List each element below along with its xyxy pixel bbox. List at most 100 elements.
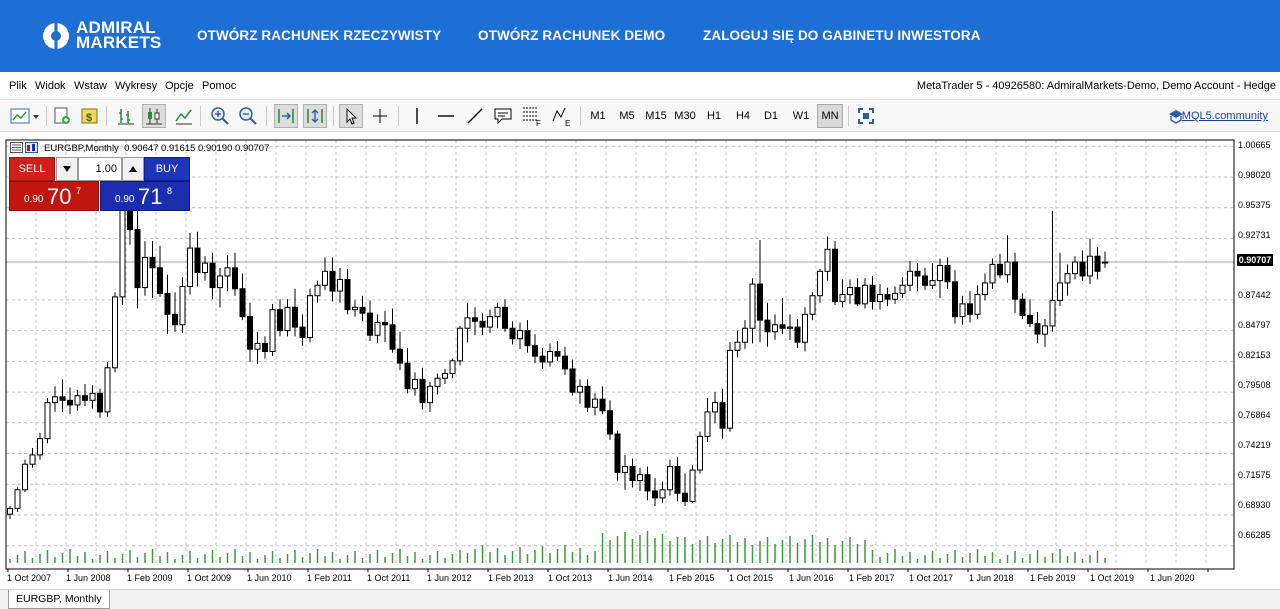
timeframe-d1[interactable]: D1 xyxy=(759,104,783,128)
bid-price-prefix: 0.90 xyxy=(24,194,44,205)
timeframe-h1[interactable]: H1 xyxy=(702,104,726,128)
candle-body xyxy=(869,284,876,303)
candle-body xyxy=(472,317,478,322)
chart-window: EURGBP,Monthly 0.90647 0.91615 0.90190 0… xyxy=(0,133,1280,589)
menu-help[interactable]: Pomoc xyxy=(202,80,236,92)
candle-body xyxy=(757,283,763,321)
new-chart-button[interactable] xyxy=(8,104,42,128)
candle-body xyxy=(989,263,996,284)
candle-body xyxy=(682,492,688,502)
mql5-community-link[interactable]: MQL5.community xyxy=(1182,110,1268,122)
candle-body xyxy=(959,303,966,318)
fullscreen-button[interactable] xyxy=(854,104,878,128)
volume-increase-button[interactable] xyxy=(122,157,144,181)
bid-price-box[interactable]: 0.90 70 7 xyxy=(9,181,99,211)
candle-body xyxy=(659,489,666,499)
text-tool-button[interactable] xyxy=(491,104,515,128)
candle-body xyxy=(419,378,426,404)
candlestick-chart-button[interactable] xyxy=(142,104,166,128)
candle-body xyxy=(97,392,103,413)
market-watch-button[interactable]: $ xyxy=(78,104,102,128)
candle-body xyxy=(314,284,321,297)
candle-body xyxy=(539,355,546,363)
chart-border xyxy=(5,139,1235,570)
candle-body xyxy=(232,267,238,290)
timeframe-mn[interactable]: MN xyxy=(817,104,843,128)
menu-file[interactable]: Plik xyxy=(9,80,27,92)
time-tick: 1 Oct 2013 xyxy=(548,573,593,583)
candle-body xyxy=(689,469,696,502)
menu-charts[interactable]: Wykresy xyxy=(115,80,157,92)
timeframe-m30[interactable]: M30 xyxy=(671,104,699,128)
logo-text: ADMIRAL MARKETS xyxy=(76,19,161,51)
candle-body xyxy=(337,278,343,292)
zoom-out-button[interactable] xyxy=(236,104,260,128)
candle-body xyxy=(299,326,306,339)
timeframe-m1[interactable]: M1 xyxy=(586,104,610,128)
timeframe-w1[interactable]: W1 xyxy=(788,104,814,128)
ask-price-box[interactable]: 0.90 71 8 xyxy=(100,181,190,211)
nav-open-real-account[interactable]: OTWÓRZ RACHUNEK RZECZYWISTY xyxy=(197,28,441,43)
candle-body xyxy=(899,284,906,294)
menu-insert[interactable]: Wstaw xyxy=(74,80,107,92)
auto-scroll-button[interactable] xyxy=(274,104,298,128)
crosshair-tool-button[interactable] xyxy=(368,104,392,128)
timeframe-m15[interactable]: M15 xyxy=(642,104,670,128)
menu-options[interactable]: Opcje xyxy=(165,80,194,92)
elliott-wave-button[interactable]: E xyxy=(550,104,574,128)
one-click-trading-panel: SELL BUY 0.90 70 7 0.90 71 8 xyxy=(9,157,190,211)
candle-body xyxy=(892,292,898,300)
price-chart[interactable] xyxy=(0,133,1280,589)
vertical-line-button[interactable] xyxy=(405,104,429,128)
candle-body xyxy=(67,399,73,406)
candle-body xyxy=(982,282,988,296)
horizontal-line-button[interactable] xyxy=(434,104,458,128)
candle-body xyxy=(52,396,58,404)
timeframe-m5[interactable]: M5 xyxy=(614,104,640,128)
candle-body xyxy=(509,327,516,340)
chart-tab-eurgbp-monthly[interactable]: EURGBP, Monthly xyxy=(8,590,110,609)
admiral-markets-logo[interactable]: ADMIRAL MARKETS xyxy=(42,19,162,54)
timeframe-h4[interactable]: H4 xyxy=(730,104,756,128)
candle-body xyxy=(652,490,658,499)
candle-body xyxy=(329,270,336,292)
buy-button[interactable]: BUY xyxy=(144,157,190,181)
candle-body xyxy=(479,320,486,328)
chart-header: EURGBP,Monthly 0.90647 0.91615 0.90190 0… xyxy=(10,142,269,154)
candle-body xyxy=(884,294,891,300)
nav-open-demo-account[interactable]: OTWÓRZ RACHUNEK DEMO xyxy=(478,28,665,43)
candle-body xyxy=(307,295,313,339)
candle-body xyxy=(1079,261,1086,277)
candle-body xyxy=(562,355,568,370)
candle-body xyxy=(809,295,816,315)
candle-body xyxy=(644,474,651,492)
time-tick: 1 Jun 2020 xyxy=(1150,573,1195,583)
cursor-tool-button[interactable] xyxy=(339,104,363,128)
trend-line-button[interactable] xyxy=(463,104,487,128)
nav-investor-login[interactable]: ZALOGUJ SIĘ DO GABINETU INWESTORA xyxy=(703,28,981,43)
volume-input[interactable] xyxy=(78,157,122,181)
candle-body xyxy=(697,435,703,471)
bar-chart-button[interactable] xyxy=(114,104,138,128)
candle-body xyxy=(569,368,576,393)
volume-decrease-button[interactable] xyxy=(56,157,78,181)
candle-body xyxy=(89,392,96,401)
candle-body xyxy=(1057,282,1063,301)
zoom-in-button[interactable] xyxy=(208,104,232,128)
profiles-button[interactable] xyxy=(50,104,74,128)
candle-body xyxy=(464,317,471,329)
price-tick: 0.68930 xyxy=(1238,500,1271,510)
candle-body xyxy=(554,351,561,357)
candle-body xyxy=(277,309,283,332)
candle-body xyxy=(607,410,613,435)
chart-shift-button[interactable] xyxy=(303,104,327,128)
new-chart-icon xyxy=(10,108,39,124)
candle-body xyxy=(929,280,936,286)
candle-body xyxy=(734,341,741,351)
line-chart-button[interactable] xyxy=(172,104,196,128)
fibonacci-button[interactable]: F xyxy=(520,104,544,128)
menu-view[interactable]: Widok xyxy=(35,80,66,92)
sell-button[interactable]: SELL xyxy=(9,157,55,181)
trend-line-icon xyxy=(467,108,483,124)
ask-price-pips: 71 xyxy=(138,184,163,209)
